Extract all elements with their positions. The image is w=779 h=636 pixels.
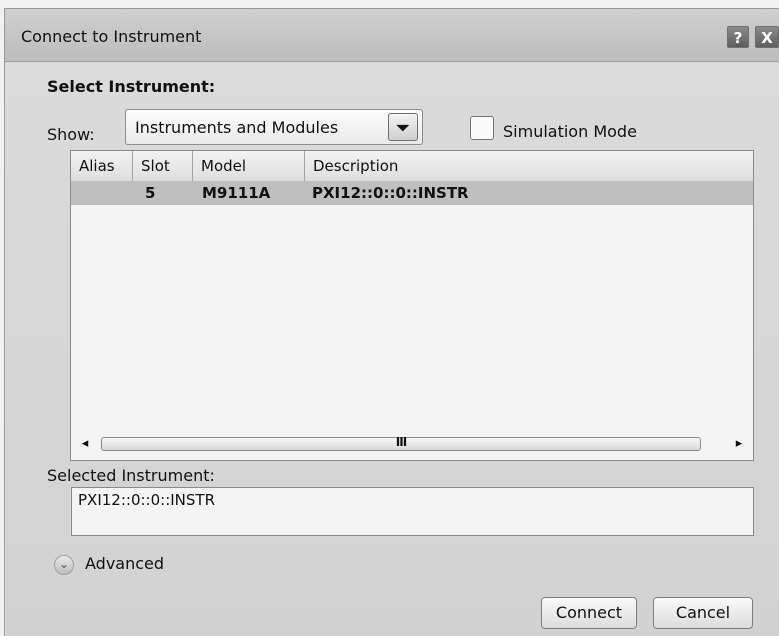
show-filter-value: Instruments and Modules [135, 118, 339, 137]
scroll-left-icon[interactable]: ◂ [77, 432, 93, 456]
select-instrument-heading: Select Instrument: [47, 77, 216, 96]
cell-slot: 5 [145, 184, 156, 202]
grip-icon: III [395, 435, 407, 449]
table-header: Alias Slot Model Description [71, 151, 753, 182]
selected-instrument-label: Selected Instrument: [47, 466, 215, 485]
title-bar[interactable]: Connect to Instrument ? X [5, 9, 779, 62]
close-icon[interactable]: X [755, 26, 779, 48]
table-row[interactable]: 5 M9111A PXI12::0::0::INSTR [71, 181, 753, 205]
column-header-slot[interactable]: Slot [133, 151, 193, 181]
column-header-description[interactable]: Description [305, 151, 753, 181]
chevron-down-icon[interactable]: ⏷ [388, 113, 418, 141]
scroll-right-icon[interactable]: ▸ [731, 432, 747, 456]
window-title: Connect to Instrument [21, 27, 202, 46]
cell-description: PXI12::0::0::INSTR [312, 184, 469, 202]
expand-icon[interactable]: ⌄ [54, 555, 74, 575]
selected-instrument-field[interactable]: PXI12::0::0::INSTR [71, 487, 754, 536]
simulation-mode-label[interactable]: Simulation Mode [503, 122, 637, 141]
advanced-toggle[interactable]: Advanced [85, 554, 164, 573]
horizontal-scrollbar[interactable]: ◂ III ▸ [73, 432, 751, 456]
help-icon[interactable]: ? [727, 26, 749, 48]
connect-button[interactable]: Connect [541, 597, 637, 629]
cancel-button[interactable]: Cancel [653, 597, 753, 629]
show-filter-dropdown[interactable]: Instruments and Modules ⏷ [125, 109, 423, 145]
cell-model: M9111A [202, 184, 271, 202]
connect-dialog: Connect to Instrument ? X Select Instrum… [4, 8, 779, 636]
instrument-table[interactable]: Alias Slot Model Description 5 M9111A PX… [70, 150, 754, 461]
column-header-alias[interactable]: Alias [71, 151, 133, 181]
scrollbar-thumb[interactable]: III [101, 435, 701, 451]
column-header-model[interactable]: Model [193, 151, 305, 181]
simulation-mode-checkbox[interactable] [470, 116, 494, 140]
show-label: Show: [47, 125, 95, 144]
selected-instrument-value: PXI12::0::0::INSTR [78, 491, 215, 509]
